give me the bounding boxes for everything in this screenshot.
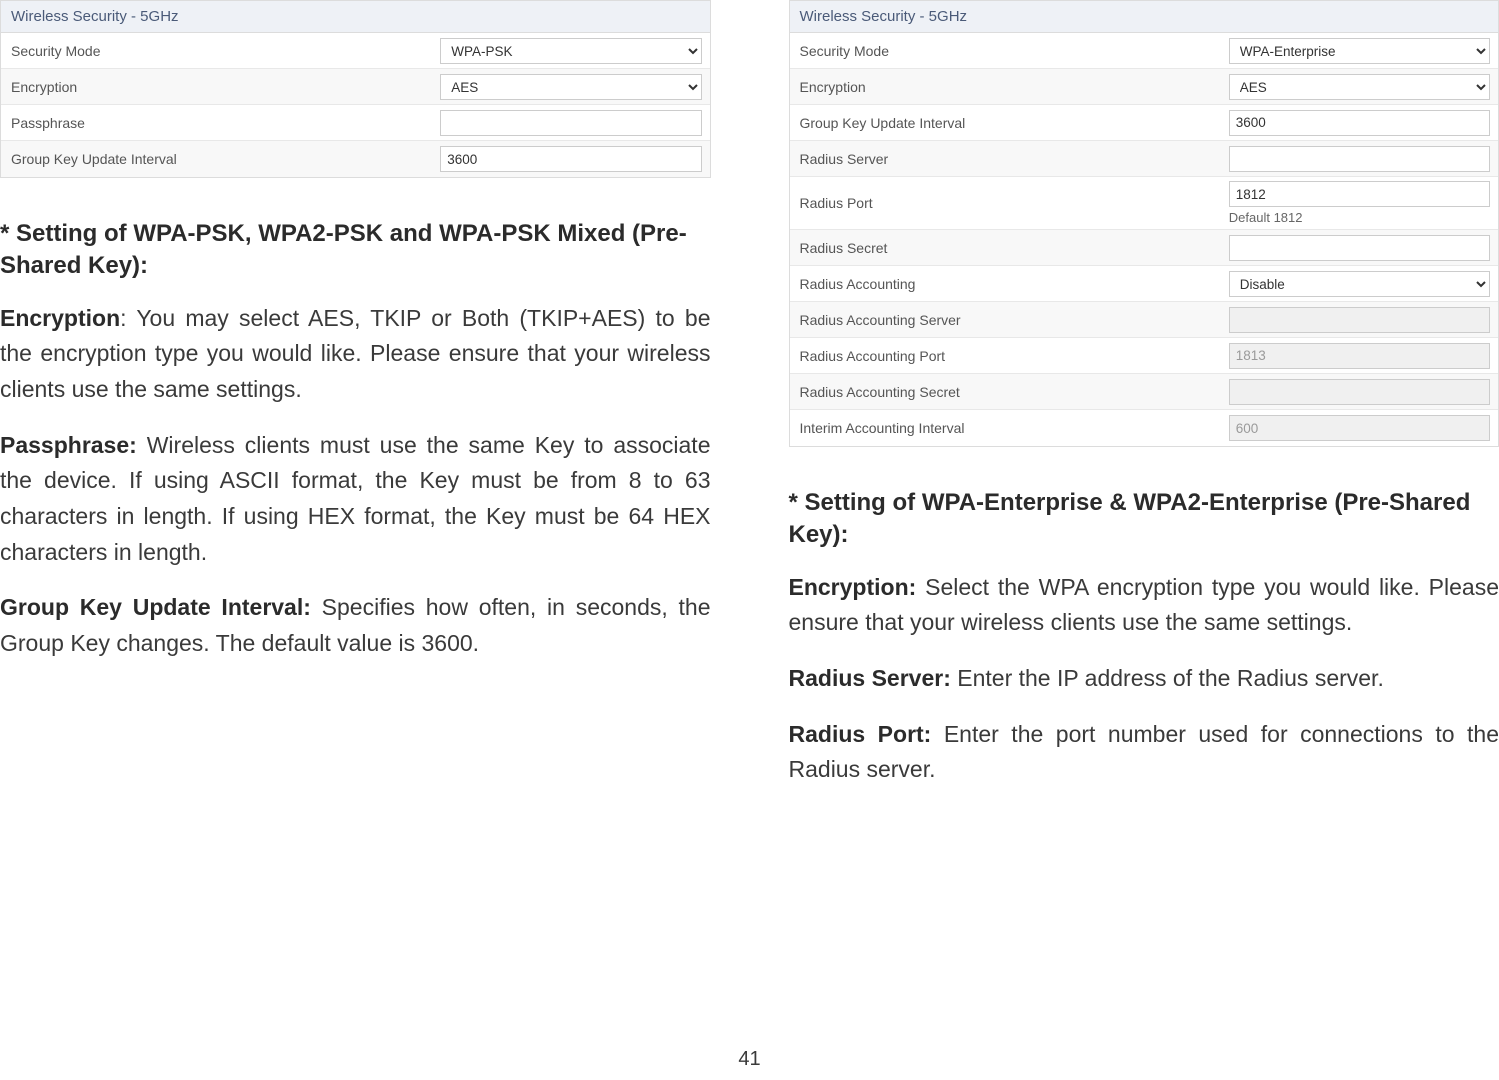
group-key-update-interval-input[interactable]	[1229, 110, 1490, 136]
field-control: WPA-Enterprise	[1229, 34, 1498, 68]
field-control	[1229, 231, 1498, 265]
field-control	[1229, 303, 1498, 337]
field-label: Radius Accounting Port	[790, 340, 1229, 372]
field-hint: Default 1812	[1229, 207, 1490, 225]
field-control	[1229, 375, 1498, 409]
panel-row: EncryptionAES	[790, 69, 1499, 105]
panel-title: Wireless Security - 5GHz	[1, 1, 710, 33]
panel-row: Radius Accounting Secret	[790, 374, 1499, 410]
field-label: Radius Accounting Server	[790, 304, 1229, 336]
field-label: Radius Accounting	[790, 268, 1229, 300]
page-number: 41	[0, 1048, 1499, 1071]
radius-accounting-port-input	[1229, 343, 1490, 369]
field-control	[1229, 339, 1498, 373]
field-control	[440, 106, 709, 140]
field-label: Radius Accounting Secret	[790, 376, 1229, 408]
wireless-security-panel-enterprise: Wireless Security - 5GHz Security ModeWP…	[789, 0, 1499, 447]
field-label: Group Key Update Interval	[1, 143, 440, 175]
interim-accounting-interval-input	[1229, 415, 1490, 441]
security-mode-select[interactable]: WPA-Enterprise	[1229, 38, 1490, 64]
panel-row: EncryptionAES	[1, 69, 710, 105]
wireless-security-panel-psk: Wireless Security - 5GHz Security ModeWP…	[0, 0, 711, 178]
panel-row: Group Key Update Interval	[1, 141, 710, 177]
para-encryption: Encryption: Select the WPA encryption ty…	[789, 570, 1499, 641]
panel-row: Radius PortDefault 1812	[790, 177, 1499, 230]
panel-row: Radius AccountingDisable	[790, 266, 1499, 302]
field-control	[440, 142, 709, 176]
group-key-update-interval-input[interactable]	[440, 146, 701, 172]
field-control: WPA-PSK	[440, 34, 709, 68]
field-control	[1229, 106, 1498, 140]
passphrase-input[interactable]	[440, 110, 701, 136]
panel-row: Radius Secret	[790, 230, 1499, 266]
field-control: Disable	[1229, 267, 1498, 301]
radius-server-input[interactable]	[1229, 146, 1490, 172]
encryption-select[interactable]: AES	[1229, 74, 1490, 100]
field-label: Interim Accounting Interval	[790, 412, 1229, 444]
panel-row: Group Key Update Interval	[790, 105, 1499, 141]
encryption-select[interactable]: AES	[440, 74, 701, 100]
para-passphrase: Passphrase: Wireless clients must use th…	[0, 428, 711, 571]
section-heading: * Setting of WPA-Enterprise & WPA2-Enter…	[789, 487, 1499, 552]
doc-section-psk: * Setting of WPA-PSK, WPA2-PSK and WPA-P…	[0, 218, 711, 662]
field-label: Radius Port	[790, 187, 1229, 219]
field-label: Radius Secret	[790, 232, 1229, 264]
doc-section-enterprise: * Setting of WPA-Enterprise & WPA2-Enter…	[789, 487, 1499, 788]
field-label: Security Mode	[790, 35, 1229, 67]
field-control	[1229, 411, 1498, 445]
field-control: Default 1812	[1229, 177, 1498, 229]
security-mode-select[interactable]: WPA-PSK	[440, 38, 701, 64]
field-label: Group Key Update Interval	[790, 107, 1229, 139]
field-label: Encryption	[790, 71, 1229, 103]
radius-port-input[interactable]	[1229, 181, 1490, 207]
para-radius-server: Radius Server: Enter the IP address of t…	[789, 661, 1499, 697]
panel-row: Interim Accounting Interval	[790, 410, 1499, 446]
field-control: AES	[1229, 70, 1498, 104]
para-group-key-interval: Group Key Update Interval: Specifies how…	[0, 590, 711, 661]
panel-row: Radius Accounting Server	[790, 302, 1499, 338]
panel-row: Security ModeWPA-Enterprise	[790, 33, 1499, 69]
para-encryption: Encryption: You may select AES, TKIP or …	[0, 301, 711, 408]
panel-row: Radius Accounting Port	[790, 338, 1499, 374]
radius-accounting-server-input	[1229, 307, 1490, 333]
panel-title: Wireless Security - 5GHz	[790, 1, 1499, 33]
panel-row: Passphrase	[1, 105, 710, 141]
para-radius-port: Radius Port: Enter the port number used …	[789, 717, 1499, 788]
section-heading: * Setting of WPA-PSK, WPA2-PSK and WPA-P…	[0, 218, 711, 283]
field-label: Security Mode	[1, 35, 440, 67]
radius-secret-input[interactable]	[1229, 235, 1490, 261]
field-control: AES	[440, 70, 709, 104]
panel-row: Radius Server	[790, 141, 1499, 177]
panel-row: Security ModeWPA-PSK	[1, 33, 710, 69]
radius-accounting-select[interactable]: Disable	[1229, 271, 1490, 297]
field-control	[1229, 142, 1498, 176]
field-label: Passphrase	[1, 107, 440, 139]
radius-accounting-secret-input	[1229, 379, 1490, 405]
field-label: Radius Server	[790, 143, 1229, 175]
field-label: Encryption	[1, 71, 440, 103]
